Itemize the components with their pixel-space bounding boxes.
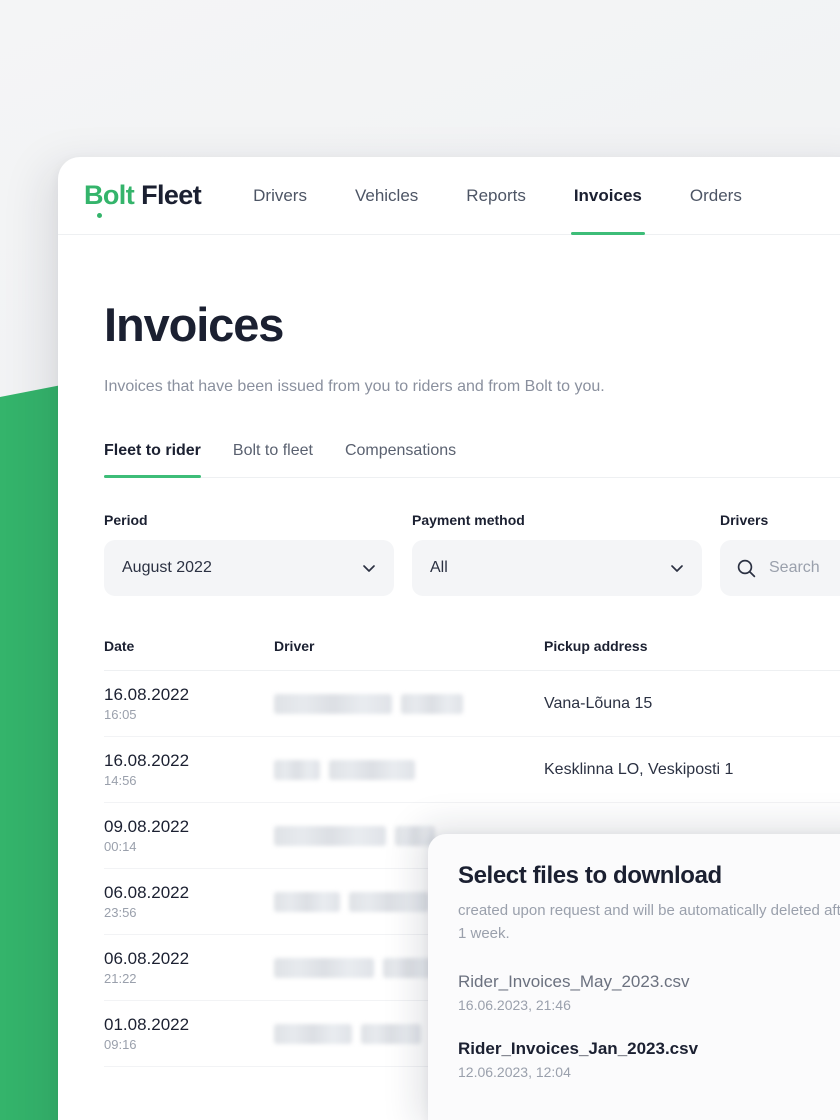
filter-drivers: Drivers Search [720,512,840,596]
file-date: 16.06.2023, 21:46 [458,996,571,1013]
row-time: 00:14 [104,839,137,855]
select-files-download-modal: Select files to download created upon re… [428,834,840,1120]
cell-date: 06.08.2022 23:56 [104,883,274,921]
modal-description: created upon request and will be automat… [458,902,840,943]
filter-payment-method-label: Payment method [412,512,525,528]
column-header-date: Date [104,638,135,654]
redacted-block [361,1023,421,1044]
period-select[interactable]: August 2022 [104,540,394,596]
redacted-block [401,693,463,714]
page-title: Invoices [104,298,284,351]
cell-date: 09.08.2022 00:14 [104,817,274,855]
payment-method-select[interactable]: All [412,540,702,596]
search-icon [736,558,757,579]
row-date: 09.08.2022 [104,816,190,836]
top-navigation-bar: Bolt Fleet Drivers Vehicles Reports Invo… [58,157,840,235]
table-row[interactable]: 16.08.2022 14:56 Kesklinna LO, Veskipost… [104,737,840,803]
redacted-block [395,825,435,846]
redacted-block [349,891,429,912]
invoice-subtabs: Fleet to rider Bolt to fleet Compensatio… [104,442,840,478]
file-name: Rider_Invoices_Jan_2023.csv [458,1038,699,1058]
redacted-block [274,759,320,780]
nav-item-invoices[interactable]: Invoices [570,157,645,235]
chevron-down-icon [362,561,376,575]
payment-method-select-value: All [430,559,448,576]
row-date: 16.08.2022 [104,750,190,770]
nav-item-orders[interactable]: Orders [690,157,742,235]
filters-row: Period August 2022 Payment method All Dr… [104,512,840,596]
table-row[interactable]: 16.08.2022 16:05 Vana-Lõuna 15 [104,671,840,737]
file-date: 12.06.2023, 12:04 [458,1063,571,1080]
redacted-block [274,957,374,978]
row-time: 14:56 [104,773,137,789]
row-date: 16.08.2022 [104,684,190,704]
cell-date: 06.08.2022 21:22 [104,949,274,987]
row-time: 21:22 [104,971,137,987]
file-list-item[interactable]: Rider_Invoices_Jan_2023.csv 12.06.2023, … [458,1039,840,1080]
row-time: 16:05 [104,707,137,723]
filter-period-label: Period [104,512,148,528]
cell-date: 16.08.2022 16:05 [104,685,274,723]
cell-pickup-address: Kesklinna LO, Veskiposti 1 [544,760,734,778]
row-date: 06.08.2022 [104,948,190,968]
filter-payment-method: Payment method All [412,512,702,596]
subtab-bolt-to-fleet[interactable]: Bolt to fleet [233,442,313,477]
modal-title: Select files to download [458,862,722,889]
logo-bolt-word: Bolt [84,180,135,218]
nav-item-drivers[interactable]: Drivers [253,157,307,235]
period-select-value: August 2022 [122,559,212,576]
cell-date: 16.08.2022 14:56 [104,751,274,789]
nav-item-reports[interactable]: Reports [466,157,526,235]
page-subtitle: Invoices that have been issued from you … [104,378,605,395]
filter-drivers-label: Drivers [720,512,769,528]
cell-driver-redacted [274,693,544,714]
nav-item-vehicles[interactable]: Vehicles [355,157,418,235]
drivers-search-field[interactable]: Search [720,540,840,596]
cell-driver-redacted [274,759,544,780]
redacted-block [329,759,415,780]
column-header-driver: Driver [274,638,315,654]
subtab-compensations[interactable]: Compensations [345,442,456,477]
redacted-block [274,891,340,912]
row-date: 06.08.2022 [104,882,190,902]
primary-nav-items: Drivers Vehicles Reports Invoices Orders [253,157,742,235]
file-list-item[interactable]: Rider_Invoices_May_2023.csv 16.06.2023, … [458,972,840,1013]
row-time: 23:56 [104,905,137,921]
file-name: Rider_Invoices_May_2023.csv [458,971,690,991]
row-date: 01.08.2022 [104,1014,190,1034]
logo-fleet-word: Fleet [141,180,202,210]
subtab-fleet-to-rider[interactable]: Fleet to rider [104,442,201,478]
redacted-block [274,1023,352,1044]
drivers-search-placeholder: Search [769,559,820,576]
logo-dot-icon [97,213,102,218]
table-header-row: Date Driver Pickup address [104,638,840,671]
cell-pickup-address: Vana-Lõuna 15 [544,694,653,712]
redacted-block [274,825,386,846]
column-header-pickup-address: Pickup address [544,638,648,654]
filter-period: Period August 2022 [104,512,394,596]
cell-date: 01.08.2022 09:16 [104,1015,274,1053]
row-time: 09:16 [104,1037,137,1053]
redacted-block [274,693,392,714]
chevron-down-icon [670,561,684,575]
bolt-fleet-logo[interactable]: Bolt Fleet [84,180,202,218]
